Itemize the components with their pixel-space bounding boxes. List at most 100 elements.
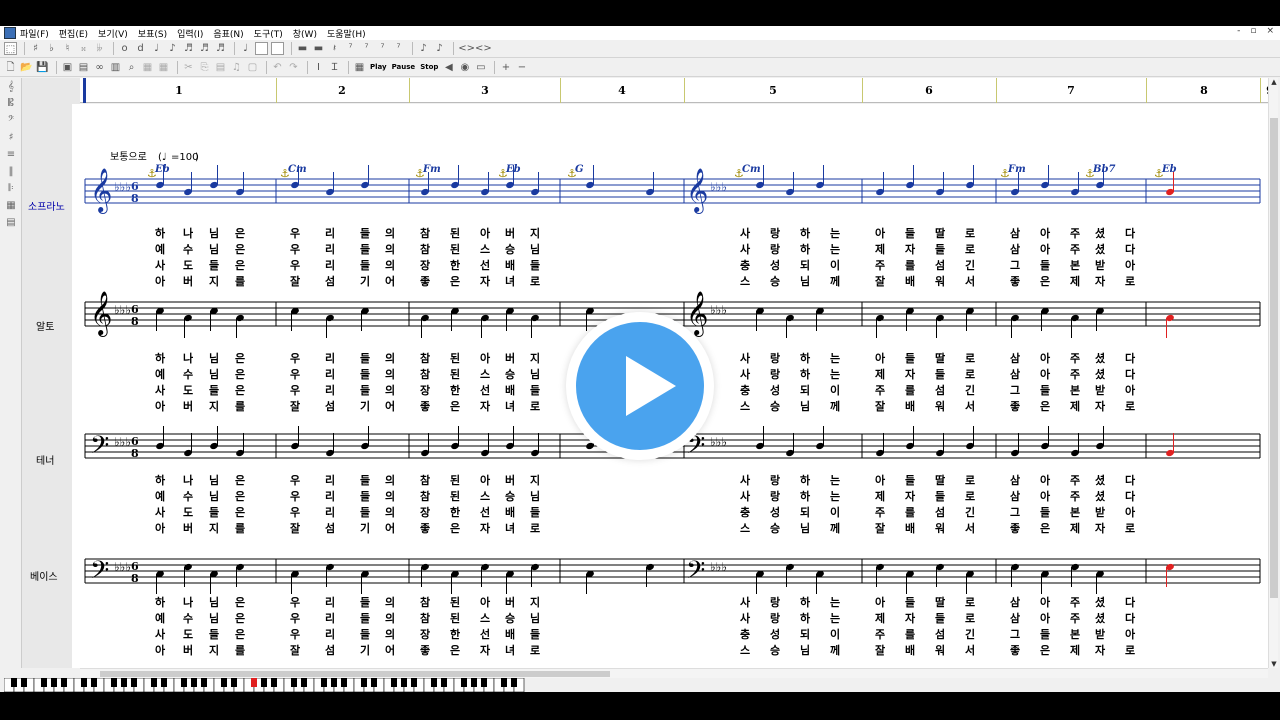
bass-clef-tool-icon[interactable]: 𝄢 [3,115,19,129]
print-preview-icon[interactable]: ▤ [77,61,90,74]
paste-icon[interactable]: ▤ [214,61,227,74]
page-setup-icon[interactable]: ▣ [61,61,74,74]
treble-clef-tool-icon[interactable]: 𝄞 [3,81,19,95]
lyric-syllable: 도 [183,259,193,272]
restore-button[interactable]: ▫ [1250,26,1256,36]
redo-icon[interactable]: ↷ [287,61,300,74]
sixteenth-note-icon[interactable]: ♬ [182,42,195,55]
metronome-icon[interactable]: ◉ [458,61,471,74]
whole-rest-icon[interactable]: ▬ [296,42,309,55]
barline-tool-icon[interactable]: ‖ [3,166,19,180]
eighth-rest-icon[interactable]: ⁷ [344,42,357,55]
horizontal-scrollbar[interactable] [80,668,1268,678]
double-flat-icon[interactable]: 𝄫 [93,42,106,55]
flat-icon[interactable]: ♭ [45,42,58,55]
key-signature-icon: ♭♭♭ [114,180,131,194]
play-button[interactable]: Play [369,61,388,74]
tie-tool-icon[interactable] [255,42,268,55]
zoom-out-icon[interactable]: − [515,61,528,74]
menu-tools[interactable]: 도구(T) [254,27,283,40]
thirtysecond-note-icon[interactable]: ♬ [198,42,211,55]
menu-input[interactable]: 입력(I) [177,27,203,40]
dotted-note-icon[interactable]: ♩ [239,42,252,55]
thirtysecond-rest-icon[interactable]: ⁷ [376,42,389,55]
eighth-note-icon[interactable]: ♪ [166,42,179,55]
whole-note-icon[interactable]: o [118,42,131,55]
sharp-icon[interactable]: ♯ [29,42,42,55]
sixteenth-rest-icon[interactable]: ⁷ [360,42,373,55]
quarter-note-icon[interactable]: ♩ [150,42,163,55]
grid-tool-icon[interactable]: ▦ [3,200,19,214]
glasses-icon[interactable]: ∞ [93,61,106,74]
sixtyfourth-rest-icon[interactable]: ⁷ [392,42,405,55]
scroll-up-icon[interactable]: ▲ [1269,78,1279,86]
print-setup-icon[interactable]: ▦ [157,61,170,74]
quarter-rest-icon[interactable]: 𝄽 [328,42,341,55]
staff-name-bass[interactable]: 베이스 [30,568,58,583]
menu-file[interactable]: 파일(F) [20,27,49,40]
lyric-syllable: 제 [1070,521,1080,535]
menu-window[interactable]: 창(W) [293,27,317,40]
text-insert-icon[interactable]: Ɪ [328,61,341,74]
menu-edit[interactable]: 편집(E) [59,27,88,40]
grace-eighth-icon[interactable]: ♪ [433,42,446,55]
sixtyfourth-note-icon[interactable]: ♬ [214,42,227,55]
lyric-syllable: 로 [530,522,540,535]
staff-name-soprano[interactable]: 소프라노 [28,198,65,213]
close-button[interactable]: × [1266,26,1274,36]
staff-name-alto[interactable]: 알토 [36,318,54,333]
staff-name-tenor[interactable]: 테너 [36,452,54,467]
menu-help[interactable]: 도움말(H) [327,27,366,40]
pause-button[interactable]: Pause [391,61,417,74]
paste-notes-icon[interactable]: ♫ [230,61,243,74]
key-signature-tool-icon[interactable]: ♯ [3,132,19,146]
text-cursor-icon[interactable]: I [312,61,325,74]
treble-clef-icon: 𝄞 [90,291,112,337]
menu-staff[interactable]: 보표(S) [138,27,167,40]
repeat-tool-icon[interactable]: 𝄆 [3,183,19,197]
time-signature-tool-icon[interactable]: ≡ [3,149,19,163]
measure-ruler[interactable]: 1 2 3 4 5 6 7 8 9 [80,78,1274,103]
zoom-in-icon[interactable]: + [499,61,512,74]
print-icon[interactable]: ▦ [141,61,154,74]
select-tool-icon[interactable]: ⬚ [4,42,17,55]
alto-clef-tool-icon[interactable]: 𝄡 [3,98,19,112]
menu-notes[interactable]: 음표(N) [213,27,243,40]
scroll-down-icon[interactable]: ▼ [1269,660,1279,668]
half-note-icon[interactable]: d [134,42,147,55]
copy-icon[interactable]: ⎘ [198,61,211,74]
lyric-syllable: 이 [830,383,840,397]
double-sharp-icon[interactable]: 𝄪 [77,42,90,55]
grace-note-icon[interactable]: ♪ [417,42,430,55]
vertical-scroll-thumb[interactable] [1270,118,1278,598]
score-canvas[interactable]: 보통으로 (♩ =100 ) ⚓Eb⚓Cm⚓Fm⚓Eb⚓G⚓Cm⚓Fm⚓Bb7⚓… [80,104,1268,668]
slur-tool-icon[interactable] [271,42,284,55]
horizontal-scroll-thumb[interactable] [100,671,610,677]
tempo-icon[interactable]: ▭ [474,61,487,74]
lyric-syllable: 님 [530,611,540,625]
half-rest-icon[interactable]: ▬ [312,42,325,55]
lyric-syllable: 리 [325,489,335,503]
lyric-syllable: 받 [1095,627,1105,641]
new-file-icon[interactable]: 🗋 [4,61,17,74]
properties-icon[interactable]: ▥ [109,61,122,74]
stop-button[interactable]: Stop [419,61,439,74]
zoom-icon[interactable]: ⌕ [125,61,138,74]
menu-view[interactable]: 보기(V) [98,27,128,40]
save-icon[interactable]: 💾 [36,61,49,74]
lyric-syllable: 의 [385,242,395,256]
open-file-icon[interactable]: 📂 [20,61,33,74]
cut-icon[interactable]: ✂ [182,61,195,74]
natural-icon[interactable]: ♮ [61,42,74,55]
minimize-button[interactable]: - [1237,26,1240,36]
delete-icon[interactable]: ▢ [246,61,259,74]
video-play-button[interactable] [566,312,714,460]
undo-icon[interactable]: ↶ [271,61,284,74]
volume-icon[interactable]: ◀ [442,61,455,74]
crescendo-decrescendo-icon[interactable]: <><> [458,42,492,55]
midi-icon[interactable]: ▦ [353,61,366,74]
app-icon[interactable] [4,27,16,39]
vertical-scrollbar[interactable]: ▲ ▼ [1268,78,1278,668]
keyboard-tool-icon[interactable]: ▤ [3,217,19,231]
piano-keyboard[interactable] [4,678,544,692]
